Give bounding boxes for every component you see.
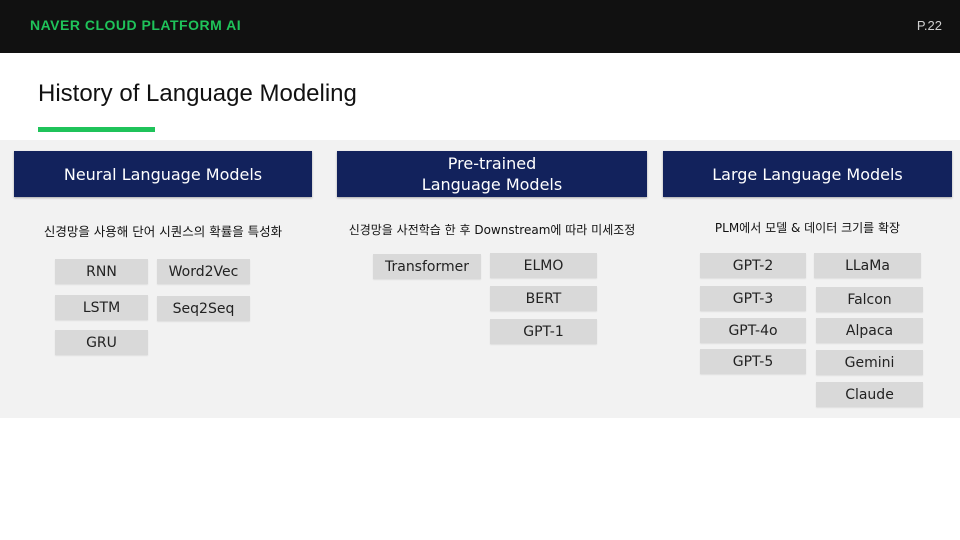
model-chip-gru: GRU [55, 330, 148, 355]
brand-label: NAVER CLOUD PLATFORM AI [30, 17, 242, 33]
slide-title: History of Language Modeling [38, 80, 357, 107]
large-lm-description: PLM에서 모델 & 데이터 크기를 확장 [714, 221, 901, 235]
neural-lm-header: Neural Language Models [14, 151, 312, 197]
model-chip-word2vec: Word2Vec [157, 259, 250, 284]
model-chip-rnn: RNN [55, 259, 148, 284]
model-chip-seq2seq: Seq2Seq [157, 296, 250, 321]
top-bar: NAVER CLOUD PLATFORM AI P.22 [0, 0, 960, 53]
model-chip-gpt-5: GPT-5 [700, 349, 806, 374]
model-chip-elmo: ELMO [490, 253, 597, 278]
neural-lm-heading: Neural Language Models [63, 164, 263, 184]
large-lm-heading: Large Language Models [712, 164, 903, 184]
pretrained-lm-heading-line1: Pre-trained [447, 154, 537, 173]
model-chip-gpt-1: GPT-1 [490, 319, 597, 344]
title-underline [38, 127, 155, 132]
model-chip-claude: Claude [816, 382, 923, 407]
neural-lm-description: 신경망을 사용해 단어 시퀀스의 확률을 특성화 [43, 224, 283, 239]
model-chip-gemini: Gemini [816, 350, 923, 375]
pretrained-lm-description: 신경망을 사전학습 한 후 Downstream에 따라 미세조정 [348, 223, 636, 237]
large-lm-header: Large Language Models [663, 151, 952, 197]
model-chip-gpt-2: GPT-2 [700, 253, 806, 278]
model-chip-alpaca: Alpaca [816, 318, 923, 343]
model-chip-bert: BERT [490, 286, 597, 311]
model-chip-gpt-4o: GPT-4o [700, 318, 806, 343]
page-number: P.22 [916, 18, 942, 33]
model-chip-gpt-3: GPT-3 [700, 286, 806, 311]
model-chip-lstm: LSTM [55, 295, 148, 320]
model-chip-falcon: Falcon [816, 287, 923, 312]
model-chip-transformer: Transformer [373, 254, 481, 279]
pretrained-lm-heading-line2: Language Models [421, 175, 563, 194]
pretrained-lm-header: Pre-trained Language Models [337, 151, 647, 197]
model-chip-llama: LLaMa [814, 253, 921, 278]
